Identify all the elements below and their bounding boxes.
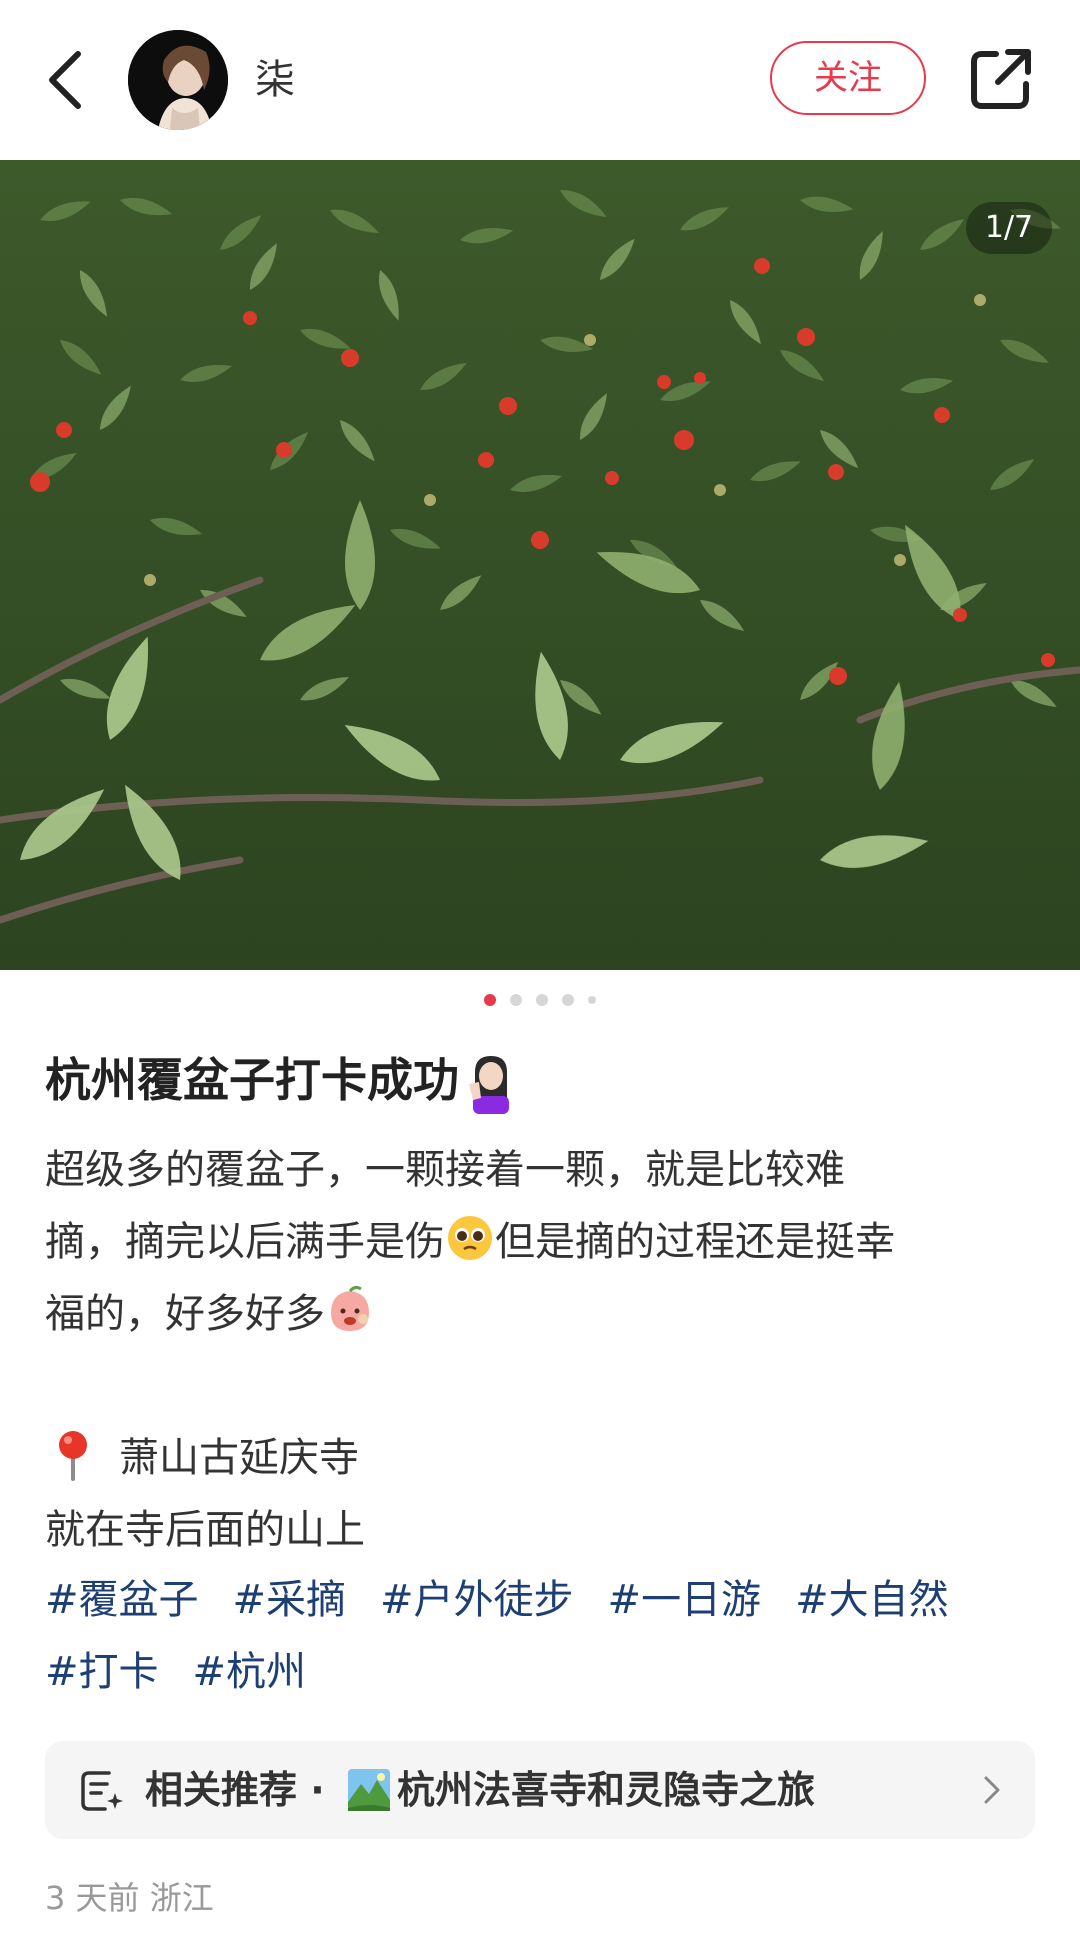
body-line-1: 超级多的覆盆子，一颗接着一颗，就是比较难: [45, 1147, 845, 1193]
follow-button[interactable]: 关注: [770, 41, 926, 115]
image-page-counter: 1/7: [966, 202, 1052, 254]
raspberry-bush-image: [0, 160, 1080, 970]
related-label: 相关推荐 ·: [145, 1768, 325, 1812]
body-line-2: 摘，摘完以后满手是伤 但是摘的过程还是挺幸: [45, 1206, 1035, 1278]
hashtag[interactable]: #户外徒步: [380, 1564, 574, 1636]
image-pager-dots: [0, 994, 1080, 1014]
location-name: 萧山古延庆寺: [119, 1435, 359, 1481]
hashtag[interactable]: #一日游: [608, 1564, 762, 1636]
top-bar: 柒 关注: [0, 0, 1080, 160]
pager-dot: [562, 994, 574, 1006]
post-title-text: 杭州覆盆子打卡成功: [45, 1053, 459, 1107]
post-body: 超级多的覆盆子，一颗接着一颗，就是比较难 摘，摘完以后满手是伤 但是摘的过程还是…: [45, 1134, 1035, 1566]
related-title: 杭州法喜寺和灵隐寺之旅: [397, 1768, 816, 1812]
note-sparkle-icon: [81, 1771, 123, 1811]
post-title: 杭州覆盆子打卡成功: [45, 1048, 517, 1114]
related-recommendation-card[interactable]: 相关推荐 · 杭州法喜寺和灵隐寺之旅: [45, 1741, 1035, 1839]
woman-gesture-emoji-icon: [465, 1054, 517, 1114]
pleading-face-emoji-icon: [445, 1213, 495, 1263]
share-icon: [971, 49, 1031, 109]
body-line-3-text: 福的，好多好多: [45, 1291, 325, 1337]
hashtag[interactable]: #覆盆子: [45, 1564, 199, 1636]
pager-dot: [510, 994, 522, 1006]
pager-dot: [536, 994, 548, 1006]
back-button[interactable]: [38, 44, 98, 116]
pager-dot: [588, 996, 596, 1004]
author-name[interactable]: 柒: [255, 52, 295, 108]
chevron-left-icon: [49, 51, 81, 109]
location-note: 就在寺后面的山上: [45, 1507, 365, 1553]
hashtag[interactable]: #打卡: [45, 1636, 159, 1708]
share-button[interactable]: [966, 44, 1036, 114]
hashtag[interactable]: #采摘: [233, 1564, 347, 1636]
hashtag-list: #覆盆子 #采摘 #户外徒步 #一日游 #大自然 #打卡 #杭州: [45, 1564, 1045, 1708]
body-line-2-start: 摘，摘完以后满手是伤: [45, 1219, 445, 1265]
hashtag[interactable]: #大自然: [795, 1564, 949, 1636]
mountain-landscape-icon: [348, 1769, 390, 1811]
pager-dot-active: [484, 994, 496, 1006]
hashtag[interactable]: #杭州: [193, 1636, 307, 1708]
peach-face-emoji-icon: [325, 1285, 375, 1335]
post-meta-time-location: 3 天前 浙江: [45, 1879, 214, 1917]
body-line-2-end: 但是摘的过程还是挺幸: [495, 1219, 895, 1265]
chevron-right-icon: [984, 1776, 1000, 1804]
location-line: 萧山古延庆寺: [45, 1422, 1035, 1494]
body-blank-line: [45, 1350, 1035, 1422]
author-avatar[interactable]: [128, 30, 228, 130]
post-photo[interactable]: 1/7: [0, 160, 1080, 970]
body-line-3: 福的，好多好多: [45, 1278, 1035, 1350]
location-pin-icon: [53, 1429, 93, 1481]
